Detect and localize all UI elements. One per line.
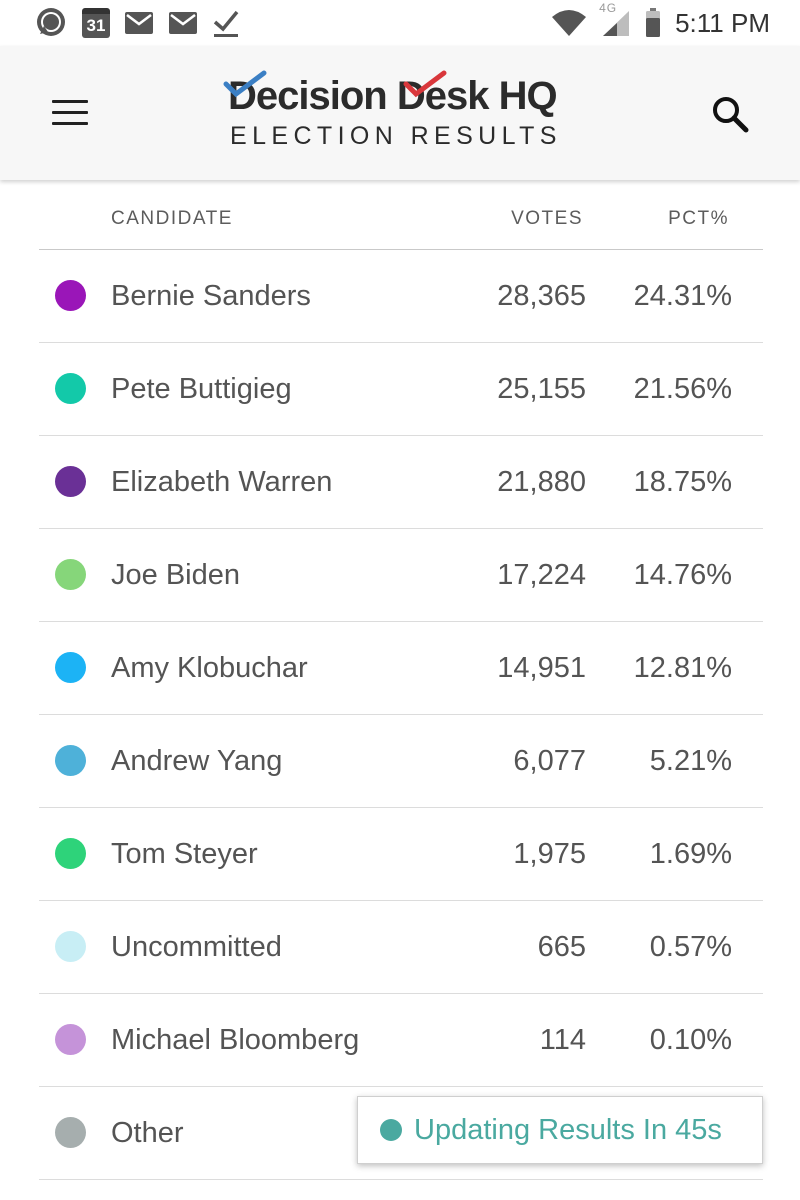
network-label: 4G <box>599 1 618 15</box>
table-row[interactable]: Elizabeth Warren 21,880 18.75% <box>39 436 763 529</box>
candidate-pct: 14.76% <box>633 559 732 591</box>
notification-icons: 31 <box>0 6 240 40</box>
status-dot-icon <box>380 1119 402 1141</box>
update-toast[interactable]: Updating Results In 45s <box>357 1096 763 1164</box>
column-header-votes[interactable]: VOTES <box>511 208 583 230</box>
blue-check-icon <box>223 70 267 98</box>
candidate-votes: 6,077 <box>513 745 586 777</box>
candidate-votes: 665 <box>537 931 586 963</box>
mail-icon <box>168 11 198 35</box>
candidate-pct: 0.10% <box>649 1024 732 1056</box>
candidate-name: Bernie Sanders <box>111 280 311 312</box>
calendar-icon: 31 <box>82 8 110 38</box>
table-row[interactable]: Andrew Yang 6,077 5.21% <box>39 715 763 808</box>
system-status: 4G 5:11 PM <box>551 0 770 46</box>
column-header-candidate[interactable]: CANDIDATE <box>111 208 233 230</box>
table-row[interactable]: Bernie Sanders 28,365 24.31% <box>39 250 763 343</box>
candidate-name: Elizabeth Warren <box>111 466 333 498</box>
red-check-icon <box>403 70 447 98</box>
candidate-votes: 21,880 <box>497 466 586 498</box>
brand-name: Decision Desk HQ <box>228 74 558 118</box>
candidate-votes: 114 <box>539 1024 586 1056</box>
candidate-pct: 12.81% <box>633 652 732 684</box>
candidate-color-dot <box>55 745 86 776</box>
candidate-name: Michael Bloomberg <box>111 1024 360 1056</box>
candidate-votes: 14,951 <box>497 652 586 684</box>
calendar-day: 31 <box>82 8 110 38</box>
candidate-pct: 1.69% <box>649 838 732 870</box>
column-header-pct[interactable]: PCT% <box>668 208 729 230</box>
candidate-votes: 25,155 <box>497 373 586 405</box>
search-icon <box>713 97 749 133</box>
candidate-votes: 17,224 <box>497 559 586 591</box>
table-row[interactable]: Amy Klobuchar 14,951 12.81% <box>39 622 763 715</box>
candidate-name: Amy Klobuchar <box>111 652 308 684</box>
hamburger-icon <box>52 100 88 125</box>
table-row[interactable]: Michael Bloomberg 114 0.10% <box>39 994 763 1087</box>
candidate-color-dot <box>55 466 86 497</box>
mail-icon <box>124 11 154 35</box>
candidate-votes: 28,365 <box>497 280 586 312</box>
wifi-icon <box>551 9 587 37</box>
table-row[interactable]: Pete Buttigieg 25,155 21.56% <box>39 343 763 436</box>
table-row[interactable]: Joe Biden 17,224 14.76% <box>39 529 763 622</box>
signal-icon: 4G <box>599 1 631 37</box>
download-check-icon <box>212 8 240 38</box>
candidate-pct: 24.31% <box>633 280 732 312</box>
candidate-name: Tom Steyer <box>111 838 258 870</box>
candidate-name: Pete Buttigieg <box>111 373 292 405</box>
results-table: CANDIDATE VOTES PCT% Bernie Sanders 28,3… <box>39 180 763 1180</box>
chat-bubble-icon <box>34 6 68 40</box>
candidate-pct: 5.21% <box>649 745 732 777</box>
candidate-color-dot <box>55 1117 86 1148</box>
candidate-pct: 21.56% <box>633 373 732 405</box>
table-header: CANDIDATE VOTES PCT% <box>39 180 763 250</box>
candidate-pct: 18.75% <box>633 466 732 498</box>
table-row[interactable]: Tom Steyer 1,975 1.69% <box>39 808 763 901</box>
candidate-color-dot <box>55 373 86 404</box>
candidate-color-dot <box>55 559 86 590</box>
candidate-name: Andrew Yang <box>111 745 283 777</box>
candidate-votes: 1,975 <box>513 838 586 870</box>
brand-logo[interactable]: Decision Desk HQ ELECTION RESULTS <box>223 70 588 164</box>
update-countdown: Updating Results In 45s <box>414 1113 722 1146</box>
candidate-color-dot <box>55 931 86 962</box>
candidate-color-dot <box>55 652 86 683</box>
candidate-color-dot <box>55 1024 86 1055</box>
candidate-name: Joe Biden <box>111 559 240 591</box>
candidate-name: Other <box>111 1117 184 1149</box>
candidate-pct: 0.57% <box>649 931 732 963</box>
status-bar: 31 4G 5:11 PM <box>0 0 800 46</box>
candidate-color-dot <box>55 280 86 311</box>
candidate-color-dot <box>55 838 86 869</box>
candidate-name: Uncommitted <box>111 931 282 963</box>
search-button[interactable] <box>710 94 750 134</box>
menu-button[interactable] <box>52 100 88 126</box>
brand-subtitle: ELECTION RESULTS <box>230 122 562 150</box>
app-header: Decision Desk HQ ELECTION RESULTS <box>0 46 800 180</box>
battery-icon <box>645 8 661 38</box>
clock: 5:11 PM <box>675 7 770 38</box>
table-row[interactable]: Uncommitted 665 0.57% <box>39 901 763 994</box>
